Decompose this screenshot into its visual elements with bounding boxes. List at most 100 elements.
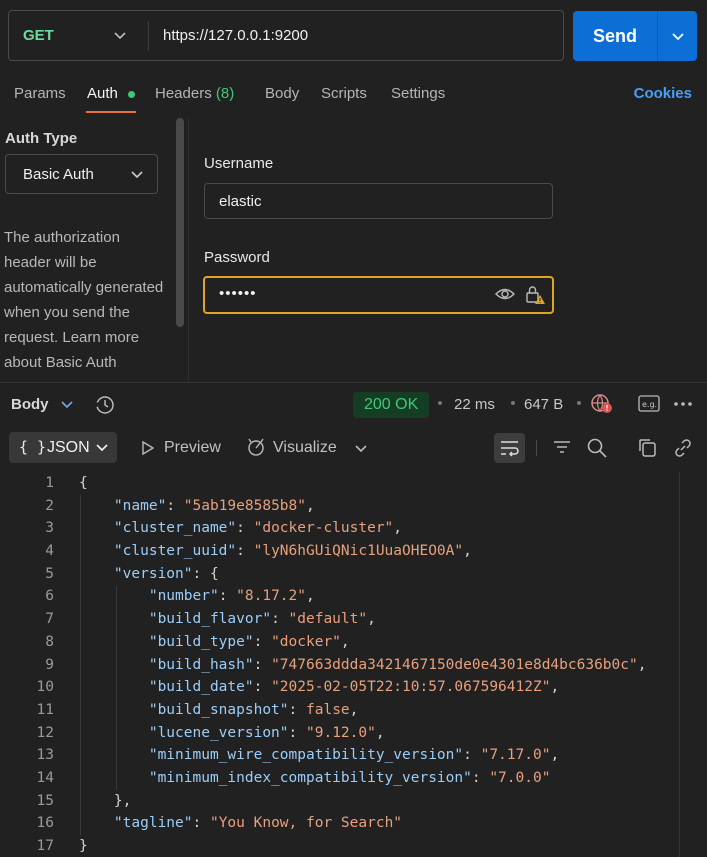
code-text: "cluster_uuid": "lyN6hGUiQNic1UuaOHEO0A"… xyxy=(113,543,472,560)
tab-body[interactable]: Body xyxy=(265,85,299,102)
auth-description: The authorization header will be automat… xyxy=(4,229,164,371)
method-select[interactable]: GET xyxy=(23,27,54,44)
line-number: 17 xyxy=(36,838,54,854)
wrap-icon xyxy=(499,439,521,462)
auth-type-value: Basic Auth xyxy=(23,166,94,183)
auth-type-label: Auth Type xyxy=(5,130,78,147)
code-line: 16 "tagline": "You Know, for Search" xyxy=(0,812,679,835)
chevron-down-icon xyxy=(130,167,144,186)
response-time[interactable]: 22 ms xyxy=(454,396,495,413)
send-options-chevron-icon[interactable] xyxy=(658,11,697,61)
examples-label: e.g. xyxy=(642,400,657,409)
url-input[interactable]: https://127.0.0.1:9200 xyxy=(163,27,308,44)
code-line: 8 "build_type": "docker", xyxy=(0,631,679,654)
code-line: 14 "minimum_index_compatibility_version"… xyxy=(0,767,679,790)
line-number: 4 xyxy=(45,543,54,560)
password-value: •••••• xyxy=(219,285,257,302)
line-number: 10 xyxy=(36,679,54,696)
line-number: 1 xyxy=(45,475,54,491)
scrollbar xyxy=(679,472,680,857)
tab-scripts[interactable]: Scripts xyxy=(321,85,367,102)
code-text: "build_flavor": "default", xyxy=(148,611,376,628)
divider xyxy=(188,118,189,382)
code-line: 17} xyxy=(0,835,679,857)
wrap-lines-button[interactable] xyxy=(494,433,525,463)
line-number: 12 xyxy=(36,724,54,741)
cookies-link[interactable]: Cookies xyxy=(634,85,692,102)
response-bar: Body 200 OK 22 ms 647 B e.g. xyxy=(0,382,707,426)
code-text: } xyxy=(79,838,88,854)
code-text: "lucene_version": "9.12.0", xyxy=(148,724,385,741)
tab-settings[interactable]: Settings xyxy=(391,85,445,102)
format-select[interactable]: { } JSON xyxy=(9,432,117,463)
link-icon[interactable] xyxy=(672,437,694,464)
code-line: 2 "name": "5ab19e8585b8", xyxy=(0,495,679,518)
code-text: "build_snapshot": false, xyxy=(148,701,359,718)
response-body-label[interactable]: Body xyxy=(11,396,49,413)
headers-count-badge: (8) xyxy=(215,85,235,102)
password-label: Password xyxy=(204,249,270,266)
code-text: "build_date": "2025-02-05T22:10:57.06759… xyxy=(148,679,560,696)
username-label: Username xyxy=(204,155,274,172)
filter-icon[interactable] xyxy=(552,437,572,462)
code-text: "build_hash": "747663ddda3421467150de0e4… xyxy=(148,656,647,673)
tab-auth[interactable]: Auth xyxy=(87,85,118,102)
line-number: 7 xyxy=(45,611,54,628)
line-number: 6 xyxy=(45,588,54,605)
indent-guide xyxy=(80,494,81,836)
tab-params[interactable]: Params xyxy=(14,85,66,102)
response-size[interactable]: 647 B xyxy=(524,396,563,413)
line-number: 9 xyxy=(45,656,54,673)
visualize-icon[interactable] xyxy=(246,437,266,462)
chevron-down-icon[interactable] xyxy=(354,442,368,461)
code-line: 5 "version": { xyxy=(0,563,679,586)
eye-icon[interactable] xyxy=(495,286,515,307)
code-line: 12 "lucene_version": "9.12.0", xyxy=(0,722,679,745)
line-number: 15 xyxy=(36,792,54,809)
line-number: 5 xyxy=(45,565,54,582)
auth-type-select[interactable]: Basic Auth xyxy=(5,154,158,194)
line-number: 11 xyxy=(36,701,54,718)
scrollbar[interactable] xyxy=(176,118,184,327)
send-button[interactable]: Send xyxy=(573,11,657,61)
format-label: JSON xyxy=(47,439,90,456)
lock-warning-icon[interactable] xyxy=(525,285,547,310)
password-field[interactable]: •••••• xyxy=(203,276,554,314)
search-icon[interactable] xyxy=(586,437,608,464)
globe-warning-icon[interactable] xyxy=(590,393,614,420)
indent-guide xyxy=(116,585,117,790)
code-text: "build_type": "docker", xyxy=(148,633,350,650)
line-number: 14 xyxy=(36,769,54,786)
play-icon[interactable] xyxy=(140,440,156,461)
code-text: "name": "5ab19e8585b8", xyxy=(113,497,315,514)
line-number: 13 xyxy=(36,747,54,764)
json-viewer[interactable]: 1{2 "name": "5ab19e8585b8", 3 "cluster_na… xyxy=(0,472,679,857)
active-tab-underline xyxy=(86,111,136,113)
examples-icon[interactable]: e.g. xyxy=(638,394,660,419)
preview-button[interactable]: Preview xyxy=(164,439,221,457)
code-line: 1{ xyxy=(0,472,679,495)
line-number: 8 xyxy=(45,633,54,650)
code-line: 4 "cluster_uuid": "lyN6hGUiQNic1UuaOHEO0… xyxy=(0,540,679,563)
tab-headers[interactable]: Headers (8) xyxy=(155,85,234,102)
chevron-down-icon[interactable] xyxy=(60,397,74,416)
json-braces-icon: { } xyxy=(19,438,47,456)
code-line: 3 "cluster_name": "docker-cluster", xyxy=(0,517,679,540)
status-badge[interactable]: 200 OK xyxy=(353,392,430,418)
visualize-button[interactable]: Visualize xyxy=(273,439,337,457)
code-line: 9 "build_hash": "747663ddda3421467150de0… xyxy=(0,654,679,677)
chevron-down-icon[interactable] xyxy=(113,28,127,47)
code-text: { xyxy=(79,475,88,491)
divider xyxy=(148,21,149,51)
code-text: "tagline": "You Know, for Search" xyxy=(113,815,403,832)
send-group: Send xyxy=(573,11,697,61)
username-field[interactable]: elastic xyxy=(204,183,553,219)
line-number: 3 xyxy=(45,520,54,537)
separator-dot xyxy=(577,401,581,405)
copy-icon[interactable] xyxy=(637,437,659,464)
url-bar: GET https://127.0.0.1:9200 xyxy=(8,10,564,61)
history-icon[interactable] xyxy=(93,394,116,421)
code-text: "minimum_index_compatibility_version": "… xyxy=(148,769,551,786)
more-icon[interactable] xyxy=(673,396,693,417)
code-text: "number": "8.17.2", xyxy=(148,588,315,605)
